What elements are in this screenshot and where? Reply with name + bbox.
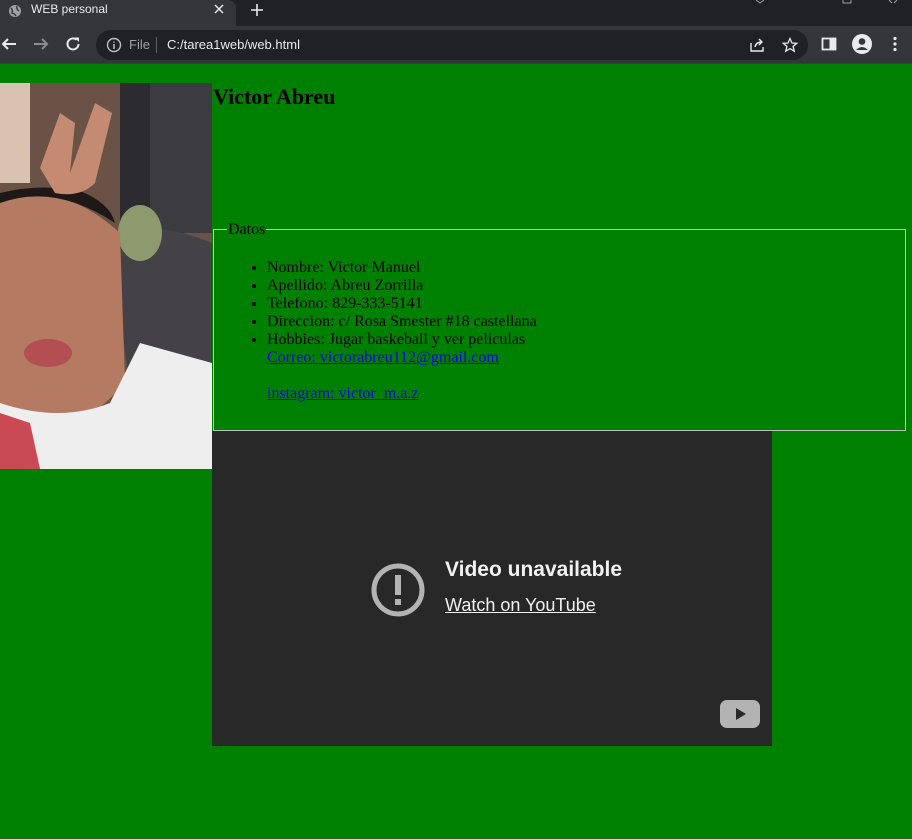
back-arrow-icon[interactable]: [0, 35, 18, 53]
chevron-down-icon[interactable]: [755, 0, 765, 4]
close-icon[interactable]: [212, 2, 226, 16]
instagram-link[interactable]: instagram: victor_m.a.z: [267, 385, 537, 403]
omnibox-divider: [156, 37, 157, 53]
tab-strip: WEB personal: [0, 0, 912, 26]
page-title: Victor Abreu: [213, 84, 336, 109]
datos-list: Nombre: Victor Manuel Apellido: Abreu Zo…: [267, 259, 537, 402]
fieldset-legend: Datos: [227, 221, 267, 239]
profile-icon[interactable]: [851, 33, 873, 55]
list-item: Telefono: 829-333-5141: [267, 295, 537, 313]
window-close-icon[interactable]: [888, 0, 898, 4]
globe-icon: [9, 5, 21, 17]
email-link[interactable]: Correo: victorabreu112@gmail.com: [267, 349, 537, 385]
profile-photo: [0, 83, 212, 469]
list-item: Apellido: Abreu Zorrilla: [267, 277, 537, 295]
address-bar[interactable]: File C:/tarea1web/web.html: [96, 30, 808, 60]
alert-icon: [371, 563, 425, 617]
url-text[interactable]: C:/tarea1web/web.html: [167, 37, 300, 52]
video-unavailable-title: Video unavailable: [445, 558, 623, 581]
share-icon[interactable]: [749, 37, 765, 53]
info-icon[interactable]: [106, 37, 122, 53]
maximize-icon[interactable]: [842, 0, 852, 4]
browser-toolbar: File C:/tarea1web/web.html: [0, 26, 912, 63]
datos-fieldset: Datos Nombre: Victor Manuel Apellido: Ab…: [213, 221, 906, 431]
star-icon[interactable]: [782, 37, 798, 53]
watch-on-youtube-link[interactable]: Watch on YouTube: [445, 595, 596, 616]
list-item: Direccion: c/ Rosa Smester #18 castellan…: [267, 313, 537, 331]
toolbar-divider: [0, 63, 912, 64]
hobbies-text: Hobbies: Jugar baskeball y ver peliculas: [267, 331, 526, 348]
scheme-label: File: [129, 37, 150, 52]
youtube-logo-icon[interactable]: [720, 700, 760, 728]
list-item: Nombre: Victor Manuel: [267, 259, 537, 277]
youtube-embed[interactable]: Video unavailable Watch on YouTube: [212, 431, 772, 746]
menu-dots-icon[interactable]: [886, 35, 904, 53]
forward-arrow-icon[interactable]: [32, 35, 50, 53]
browser-tab[interactable]: WEB personal: [0, 0, 236, 26]
tab-title: WEB personal: [31, 2, 108, 16]
reload-icon[interactable]: [64, 35, 82, 53]
sidebar-icon[interactable]: [820, 35, 838, 53]
plus-icon[interactable]: [249, 2, 265, 18]
list-item: Hobbies: Jugar baskeball y ver peliculas…: [267, 331, 537, 402]
